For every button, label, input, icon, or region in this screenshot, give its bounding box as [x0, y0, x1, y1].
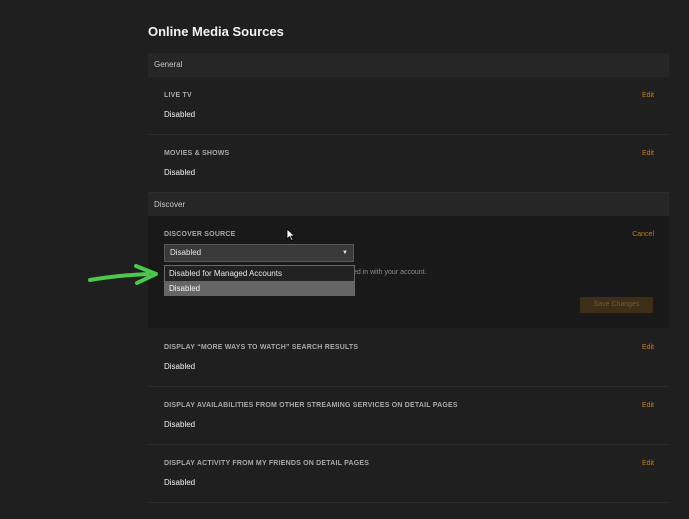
- discover-source-help-text: ed in with your account.: [353, 269, 427, 276]
- more-ways-label: DISPLAY “MORE WAYS TO WATCH” SEARCH RESU…: [164, 344, 359, 351]
- row-availabilities: DISPLAY AVAILABILITIES FROM OTHER STREAM…: [148, 387, 669, 445]
- row-more-ways: DISPLAY “MORE WAYS TO WATCH” SEARCH RESU…: [148, 329, 669, 387]
- movies-shows-edit-link[interactable]: Edit: [642, 150, 654, 157]
- mouse-cursor-icon: [286, 228, 296, 242]
- more-ways-value: Disabled: [164, 362, 196, 371]
- discover-source-label: DISCOVER SOURCE: [164, 231, 236, 238]
- live-tv-label: LIVE TV: [164, 92, 192, 99]
- availabilities-edit-link[interactable]: Edit: [642, 402, 654, 409]
- section-header-general: General: [148, 53, 669, 77]
- discover-source-cancel-link[interactable]: Cancel: [632, 231, 654, 238]
- friends-activity-label: DISPLAY ACTIVITY FROM MY FRIENDS ON DETA…: [164, 460, 370, 467]
- discover-source-dropdown-list: Disabled for Managed Accounts Disabled: [164, 265, 355, 296]
- live-tv-edit-link[interactable]: Edit: [642, 92, 654, 99]
- movies-shows-label: MOVIES & SHOWS: [164, 150, 230, 157]
- section-header-discover: Discover: [148, 193, 669, 217]
- availabilities-value: Disabled: [164, 420, 196, 429]
- row-friends-activity: DISPLAY ACTIVITY FROM MY FRIENDS ON DETA…: [148, 445, 669, 503]
- page-title: Online Media Sources: [148, 24, 284, 39]
- save-changes-button[interactable]: Save Changes: [580, 297, 653, 313]
- green-arrow-icon: [88, 264, 158, 285]
- caret-down-icon: ▼: [342, 250, 348, 256]
- live-tv-value: Disabled: [164, 110, 196, 119]
- row-movies-shows: MOVIES & SHOWS Disabled Edit: [148, 135, 669, 193]
- discover-source-select-value: Disabled: [170, 248, 202, 257]
- availabilities-label: DISPLAY AVAILABILITIES FROM OTHER STREAM…: [164, 402, 458, 409]
- discover-source-select[interactable]: Disabled ▼: [164, 244, 354, 262]
- more-ways-edit-link[interactable]: Edit: [642, 344, 654, 351]
- friends-activity-value: Disabled: [164, 478, 196, 487]
- row-live-tv: LIVE TV Disabled Edit: [148, 77, 669, 135]
- dropdown-option-managed[interactable]: Disabled for Managed Accounts: [165, 266, 354, 281]
- friends-activity-edit-link[interactable]: Edit: [642, 460, 654, 467]
- dropdown-option-disabled[interactable]: Disabled: [165, 281, 354, 296]
- movies-shows-value: Disabled: [164, 168, 196, 177]
